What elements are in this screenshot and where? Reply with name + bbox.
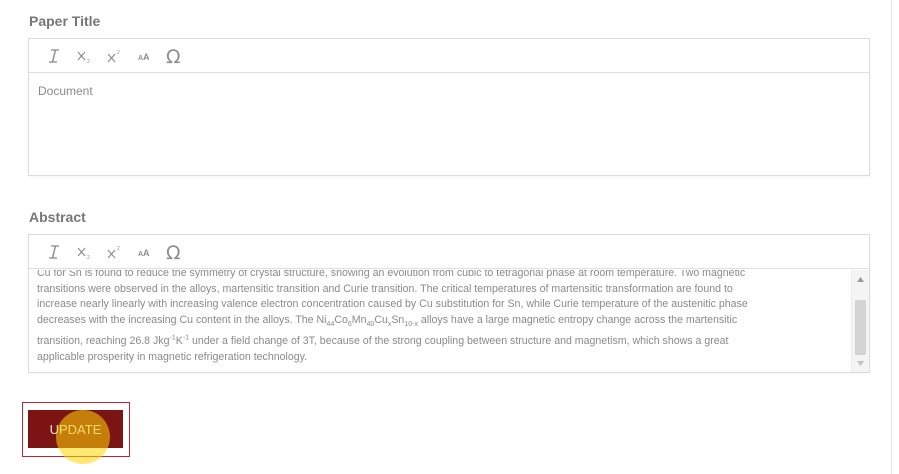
page-edge [891, 0, 892, 474]
paper-title-editor[interactable]: 2 2 AA Ω Document [28, 38, 870, 176]
abstract-scrollbar[interactable] [851, 270, 869, 372]
abstract-editor[interactable]: 2 2 AA Ω Cu for Sn is found to reduce th… [28, 234, 870, 373]
superscript-icon[interactable]: 2 [99, 43, 129, 69]
abstract-toolbar: 2 2 AA Ω [29, 235, 869, 269]
abstract-line: applicable prosperity in magnetic refrig… [37, 350, 308, 363]
abstract-line4-end: alloys have a large magnetic entropy cha… [420, 313, 738, 326]
svg-text:A: A [143, 248, 150, 258]
abstract-line5-end: under a field change of 3T, because of t… [192, 335, 729, 347]
abstract-line5-start: transition, reaching 26.8 Jkg [37, 335, 170, 347]
abstract-line: increase nearly linearly with increasing… [37, 298, 748, 310]
abstract-line: decreases with the increasing Cu content… [37, 313, 847, 329]
unit-superscript: -1 [182, 334, 190, 342]
italic-icon[interactable] [39, 43, 69, 69]
formula-element: Mn [351, 313, 367, 326]
abstract-line: transitions were observed in the alloys,… [37, 282, 733, 295]
svg-text:2: 2 [117, 50, 120, 56]
abstract-line: Cu for Sn is found to reduce the symmetr… [37, 270, 746, 279]
omega-icon[interactable]: Ω [159, 239, 189, 265]
subscript-icon[interactable]: 2 [69, 239, 99, 265]
scrollbar-thumb[interactable] [855, 300, 866, 355]
paper-title-label: Paper Title [29, 13, 101, 29]
font-size-icon[interactable]: AA [129, 239, 159, 265]
abstract-text: Cu for Sn is found to reduce the symmetr… [37, 270, 847, 365]
omega-icon[interactable]: Ω [159, 43, 189, 69]
italic-icon[interactable] [39, 239, 69, 265]
svg-text:Ω: Ω [166, 47, 181, 65]
superscript-icon[interactable]: 2 [99, 239, 129, 265]
paper-title-input[interactable]: Document [29, 74, 869, 175]
paper-title-text: Document [38, 84, 93, 98]
svg-text:A: A [143, 52, 150, 62]
abstract-label: Abstract [29, 209, 86, 225]
formula-element: Co [334, 313, 348, 326]
formula-element: Sn [391, 313, 405, 326]
svg-text:2: 2 [87, 255, 90, 259]
paper-title-toolbar: 2 2 AA Ω [29, 39, 869, 73]
scroll-down-arrow-icon[interactable] [852, 356, 869, 370]
svg-text:Ω: Ω [166, 243, 181, 261]
abstract-line: transition, reaching 26.8 Jkg-1K-1 under… [37, 334, 847, 350]
alloy-formula: Ni44Co6Mn40CuxSn10-x [316, 313, 418, 328]
formula-element: Ni [316, 313, 327, 326]
scroll-up-arrow-icon[interactable] [852, 272, 869, 286]
formula-subscript: 10-x [404, 320, 418, 328]
font-size-icon[interactable]: AA [129, 43, 159, 69]
formula-element: Cu [374, 313, 388, 326]
svg-text:2: 2 [117, 246, 120, 252]
subscript-icon[interactable]: 2 [69, 43, 99, 69]
abstract-input[interactable]: Cu for Sn is found to reduce the symmetr… [29, 270, 851, 372]
update-button[interactable]: UPDATE [28, 410, 123, 448]
unit-k: K [175, 335, 183, 347]
svg-text:2: 2 [87, 59, 90, 63]
abstract-line4-text: decreases with the increasing Cu content… [37, 313, 314, 326]
